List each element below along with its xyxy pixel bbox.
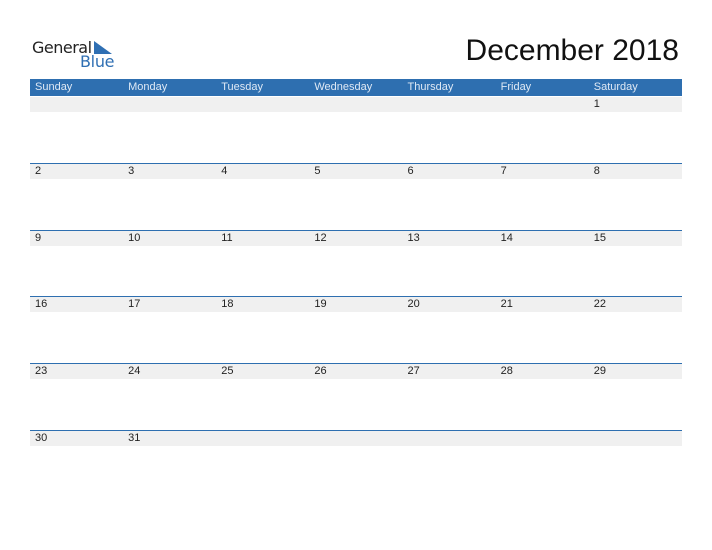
day-cell: 11 xyxy=(221,232,233,244)
weekday-friday: Friday xyxy=(500,81,532,93)
day-cell: 8 xyxy=(593,165,600,177)
day-cell: 3 xyxy=(128,165,135,177)
day-cell: 2 xyxy=(35,165,42,177)
day-cell: 15 xyxy=(593,232,606,244)
date-strip: 1 xyxy=(30,97,682,112)
day-cell: 17 xyxy=(128,298,141,310)
weekday-wednesday: Wednesday xyxy=(314,81,373,93)
day-cell: 7 xyxy=(500,165,507,177)
date-strip: 23 24 25 26 27 28 29 xyxy=(30,364,682,379)
date-strip: 9 10 11 12 13 14 15 xyxy=(30,231,682,246)
page-title: December 2018 xyxy=(465,34,679,67)
day-cell: 9 xyxy=(35,232,42,244)
day-cell xyxy=(589,431,682,446)
day-cell: 14 xyxy=(500,232,513,244)
weekday-thursday: Thursday xyxy=(407,81,454,93)
day-cell xyxy=(216,97,309,112)
week-row: 1 xyxy=(30,97,682,163)
day-cell: 23 xyxy=(35,365,48,377)
day-cell xyxy=(403,431,496,446)
day-cell xyxy=(123,97,216,112)
date-strip: 2 3 4 5 6 7 8 xyxy=(30,164,682,179)
day-cell: 29 xyxy=(593,365,606,377)
day-cell: 20 xyxy=(407,298,420,310)
day-cell: 4 xyxy=(221,165,228,177)
day-cell xyxy=(30,97,123,112)
day-cell: 6 xyxy=(407,165,414,177)
date-strip: 30 31 xyxy=(30,431,682,446)
day-cell xyxy=(309,97,402,112)
logo: General Blue xyxy=(32,38,122,71)
week-row: 2 3 4 5 6 7 8 xyxy=(30,163,682,230)
day-cell xyxy=(403,97,496,112)
week-row: 23 24 25 26 27 28 29 xyxy=(30,363,682,430)
week-row: 16 17 18 19 20 21 22 xyxy=(30,296,682,363)
day-cell: 31 xyxy=(128,432,141,444)
logo-text-blue: Blue xyxy=(80,52,115,71)
day-cell: 24 xyxy=(128,365,141,377)
day-cell: 18 xyxy=(221,298,234,310)
day-cell: 10 xyxy=(128,232,141,244)
day-cell: 26 xyxy=(314,365,327,377)
day-cell xyxy=(496,97,589,112)
day-cell: 1 xyxy=(593,98,600,110)
day-cell: 13 xyxy=(407,232,420,244)
day-cell xyxy=(216,431,309,446)
date-strip: 16 17 18 19 20 21 22 xyxy=(30,297,682,312)
weekday-monday: Monday xyxy=(128,81,168,93)
weekday-saturday: Saturday xyxy=(593,81,638,93)
weekday-sunday: Sunday xyxy=(35,81,73,93)
day-cell: 5 xyxy=(314,165,321,177)
day-cell: 12 xyxy=(314,232,327,244)
day-cell: 21 xyxy=(500,298,513,310)
week-row: 9 10 11 12 13 14 15 xyxy=(30,230,682,297)
day-cell: 28 xyxy=(500,365,513,377)
weekday-header: Sunday Monday Tuesday Wednesday Thursday… xyxy=(30,79,682,96)
day-cell: 30 xyxy=(35,432,48,444)
weekday-tuesday: Tuesday xyxy=(221,81,264,93)
day-cell: 19 xyxy=(314,298,327,310)
week-row: 30 31 xyxy=(30,430,682,497)
day-cell xyxy=(309,431,402,446)
day-cell: 22 xyxy=(593,298,606,310)
day-cell xyxy=(496,431,589,446)
day-cell: 27 xyxy=(407,365,420,377)
day-cell: 16 xyxy=(35,298,48,310)
day-cell: 25 xyxy=(221,365,234,377)
